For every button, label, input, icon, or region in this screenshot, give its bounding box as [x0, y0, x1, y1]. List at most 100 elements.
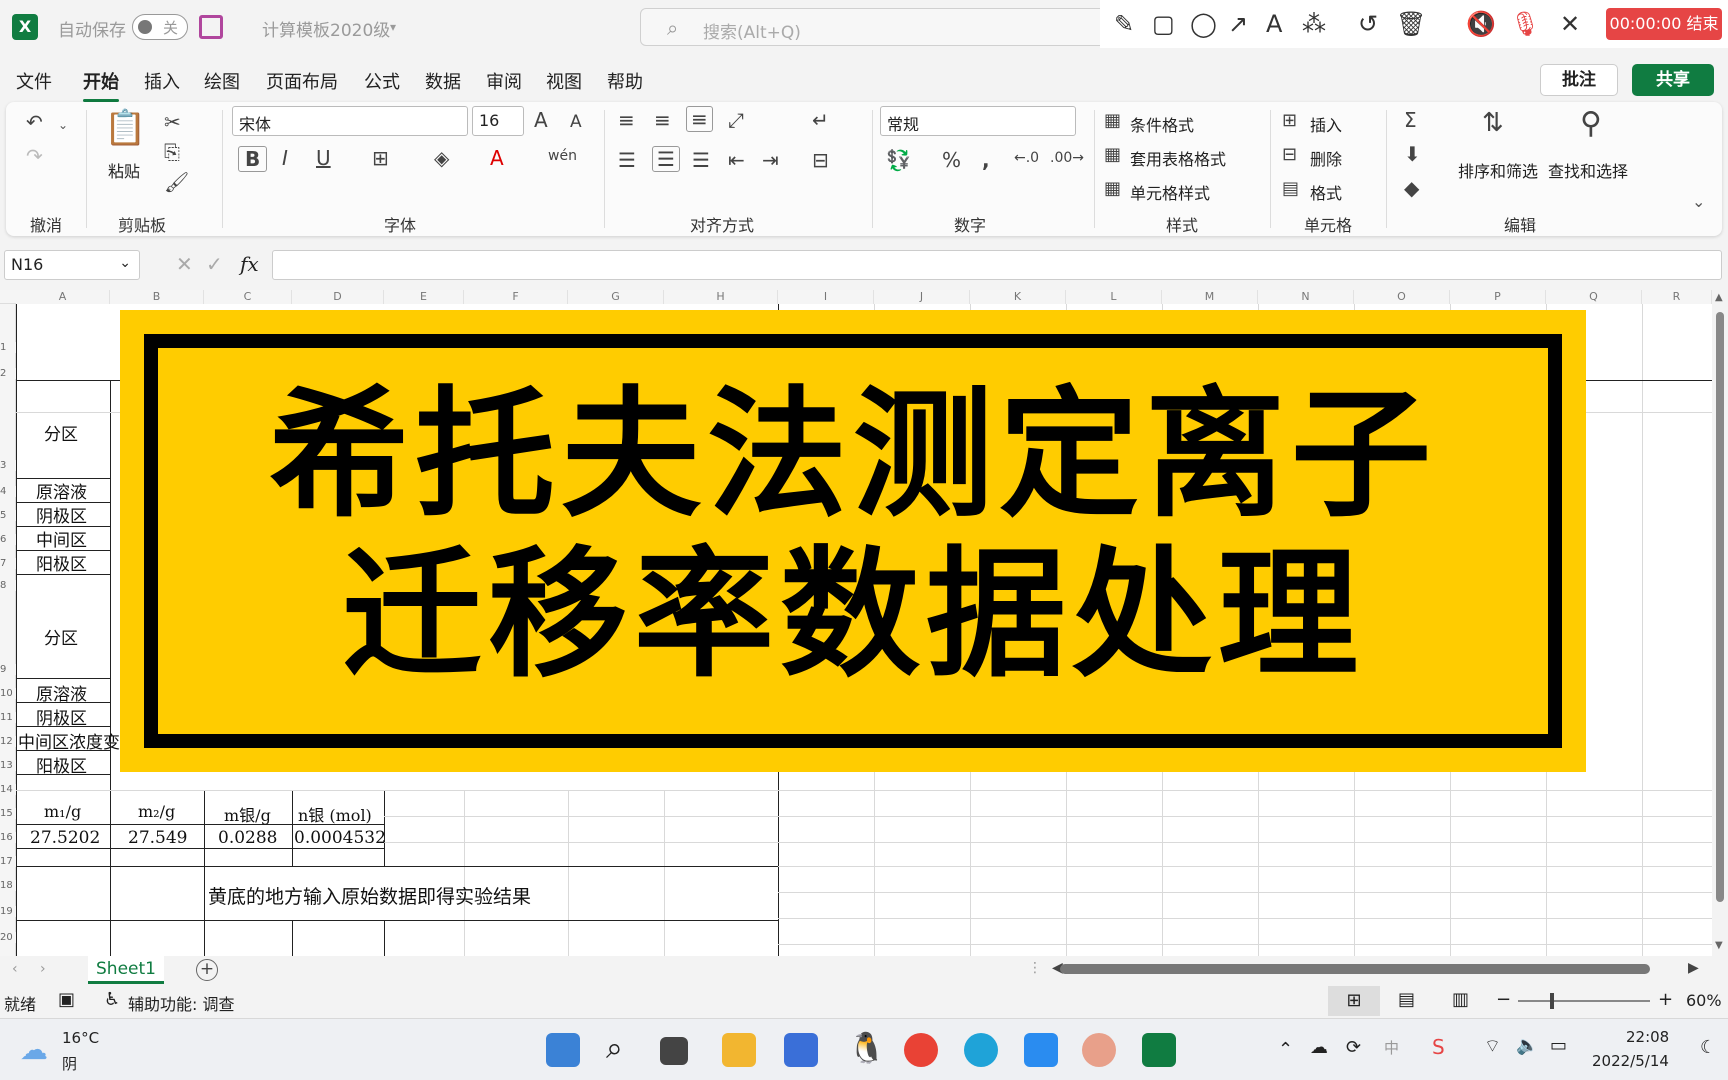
speaker-mute-icon[interactable]: 🔇 [1466, 10, 1496, 38]
formula-input[interactable] [272, 250, 1722, 280]
clear-icon[interactable]: ◆ [1404, 176, 1419, 200]
sync-icon[interactable]: ⟳ [1346, 1037, 1361, 1058]
increase-decimal-icon[interactable]: ←.0 [1014, 150, 1039, 166]
format-painter-icon[interactable]: 🖌 [164, 170, 189, 194]
task-view-icon[interactable] [660, 1037, 688, 1065]
cell-a11[interactable]: 阴极区 [36, 704, 87, 729]
column-header-h[interactable]: H [664, 290, 778, 304]
cell-a15[interactable]: m₁/g [44, 802, 81, 821]
column-header-g[interactable]: G [568, 290, 664, 304]
tab-draw[interactable]: 绘图 [204, 68, 240, 94]
sogou-icon[interactable]: S [1432, 1035, 1445, 1059]
clock-time[interactable]: 22:08 [1626, 1028, 1669, 1046]
row-header-16[interactable]: 16 [0, 832, 16, 843]
conditional-format-icon[interactable]: ▦ [1104, 110, 1121, 131]
delete-cells-button[interactable]: 删除 [1310, 146, 1342, 170]
column-header-d[interactable]: D [292, 290, 384, 304]
cell-a9[interactable]: 分区 [44, 624, 78, 649]
cell-c15[interactable]: m银/g [224, 802, 271, 826]
accessibility-status[interactable]: 辅助功能: 调查 [128, 991, 234, 1015]
tab-formulas[interactable]: 公式 [364, 68, 400, 94]
row-header-17[interactable]: 17 [0, 856, 16, 867]
cell-a7[interactable]: 阳极区 [36, 550, 87, 575]
row-header-7[interactable]: 7 [0, 558, 16, 569]
weather-desc[interactable]: 阴 [62, 1053, 77, 1074]
scroll-down-icon[interactable]: ▼ [1715, 940, 1723, 951]
search-icon[interactable]: ⌕ [606, 1031, 623, 1066]
cell-c16[interactable]: 0.0288 [218, 828, 277, 848]
sort-filter-icon[interactable]: ⇅ [1482, 108, 1504, 138]
copy-icon[interactable]: ⎘ [164, 140, 180, 164]
normal-view-icon[interactable]: ⊞ [1328, 986, 1380, 1016]
weather-temp[interactable]: 16°C [62, 1029, 99, 1047]
zoom-out-icon[interactable]: − [1496, 989, 1511, 1010]
save-icon[interactable] [199, 15, 223, 39]
column-header-n[interactable]: N [1258, 290, 1354, 304]
row-header-19[interactable]: 19 [0, 906, 16, 917]
chrome-icon[interactable] [904, 1033, 938, 1067]
cell-d15[interactable]: n银 (mol) [298, 802, 372, 826]
scroll-up-icon[interactable]: ▲ [1715, 292, 1723, 303]
insert-cells-button[interactable]: 插入 [1310, 112, 1342, 136]
font-name-select[interactable]: 宋体 [232, 106, 468, 136]
excel-taskbar-icon[interactable] [1142, 1033, 1176, 1067]
zoom-level[interactable]: 60% [1686, 991, 1722, 1010]
column-header-r[interactable]: R [1642, 290, 1712, 304]
volume-icon[interactable]: 🔈 [1516, 1035, 1538, 1056]
font-color-icon[interactable]: A [490, 146, 504, 170]
start-icon[interactable] [546, 1033, 580, 1067]
tab-file[interactable]: 文件 [16, 68, 52, 94]
cut-icon[interactable]: ✂ [164, 110, 181, 134]
row-header-4[interactable]: 4 [0, 486, 16, 497]
note-cell[interactable]: 黄底的地方输入原始数据即得实验结果 [208, 882, 531, 909]
row-header-10[interactable]: 10 [0, 688, 16, 699]
align-left-icon[interactable]: ☰ [618, 148, 636, 172]
split-handle-icon[interactable]: ⋮ [1028, 960, 1042, 976]
column-header-b[interactable]: B [110, 290, 204, 304]
number-format-select[interactable]: 常规 [880, 106, 1076, 136]
scroll-thumb[interactable] [1716, 312, 1724, 902]
arrow-icon[interactable]: ↗ [1228, 10, 1248, 38]
column-header-e[interactable]: E [384, 290, 464, 304]
font-size-select[interactable]: 16 [472, 106, 524, 136]
row-header-2[interactable]: 2 [0, 368, 16, 379]
cell-a10[interactable]: 原溶液 [36, 680, 87, 705]
cell-b15[interactable]: m₂/g [138, 802, 175, 821]
row-header-15[interactable]: 15 [0, 808, 16, 819]
tab-help[interactable]: 帮助 [607, 68, 643, 94]
decrease-indent-icon[interactable]: ⇤ [728, 148, 745, 172]
store-icon[interactable] [784, 1033, 818, 1067]
column-header-a[interactable]: A [16, 290, 110, 304]
comma-style-icon[interactable]: , [982, 148, 990, 172]
tab-review[interactable]: 审阅 [486, 68, 522, 94]
app-icon[interactable] [1082, 1033, 1116, 1067]
tab-page-layout[interactable]: 页面布局 [266, 68, 338, 94]
chevron-down-icon[interactable]: ▾ [390, 20, 396, 34]
format-cells-icon[interactable]: ▤ [1282, 178, 1299, 199]
column-header-o[interactable]: O [1354, 290, 1450, 304]
orientation-icon[interactable]: ⤢ [728, 108, 744, 132]
row-header-9[interactable]: 9 [0, 664, 16, 675]
cell-d16[interactable]: 0.0004532 [294, 828, 386, 848]
trash-icon[interactable]: 🗑 [1396, 10, 1426, 38]
zoom-slider-thumb[interactable] [1550, 993, 1554, 1009]
next-sheet-icon[interactable]: › [40, 961, 46, 977]
add-sheet-icon[interactable]: + [196, 959, 218, 981]
vertical-scrollbar[interactable]: ▲ ▼ [1712, 290, 1728, 956]
border-icon[interactable]: ⊞ [372, 146, 389, 170]
cell-a16[interactable]: 27.5202 [30, 828, 100, 848]
column-header-j[interactable]: J [874, 290, 970, 304]
sheet-tab-sheet1[interactable]: Sheet1 [88, 956, 164, 984]
scroll-right-icon[interactable]: ▶ [1688, 960, 1699, 976]
phone-link-icon[interactable] [1024, 1033, 1058, 1067]
file-explorer-icon[interactable] [722, 1033, 756, 1067]
row-header-5[interactable]: 5 [0, 510, 16, 521]
chevron-down-icon[interactable]: ⌄ [58, 118, 68, 132]
percent-icon[interactable]: % [942, 148, 961, 172]
cell-a5[interactable]: 阴极区 [36, 502, 87, 527]
column-header-m[interactable]: M [1162, 290, 1258, 304]
macro-record-icon[interactable]: ▣ [58, 989, 75, 1010]
decrease-decimal-icon[interactable]: .00→ [1050, 150, 1084, 166]
pencil-icon[interactable]: ✎ [1114, 10, 1134, 38]
wifi-icon[interactable]: ⌔ [1484, 1035, 1501, 1058]
